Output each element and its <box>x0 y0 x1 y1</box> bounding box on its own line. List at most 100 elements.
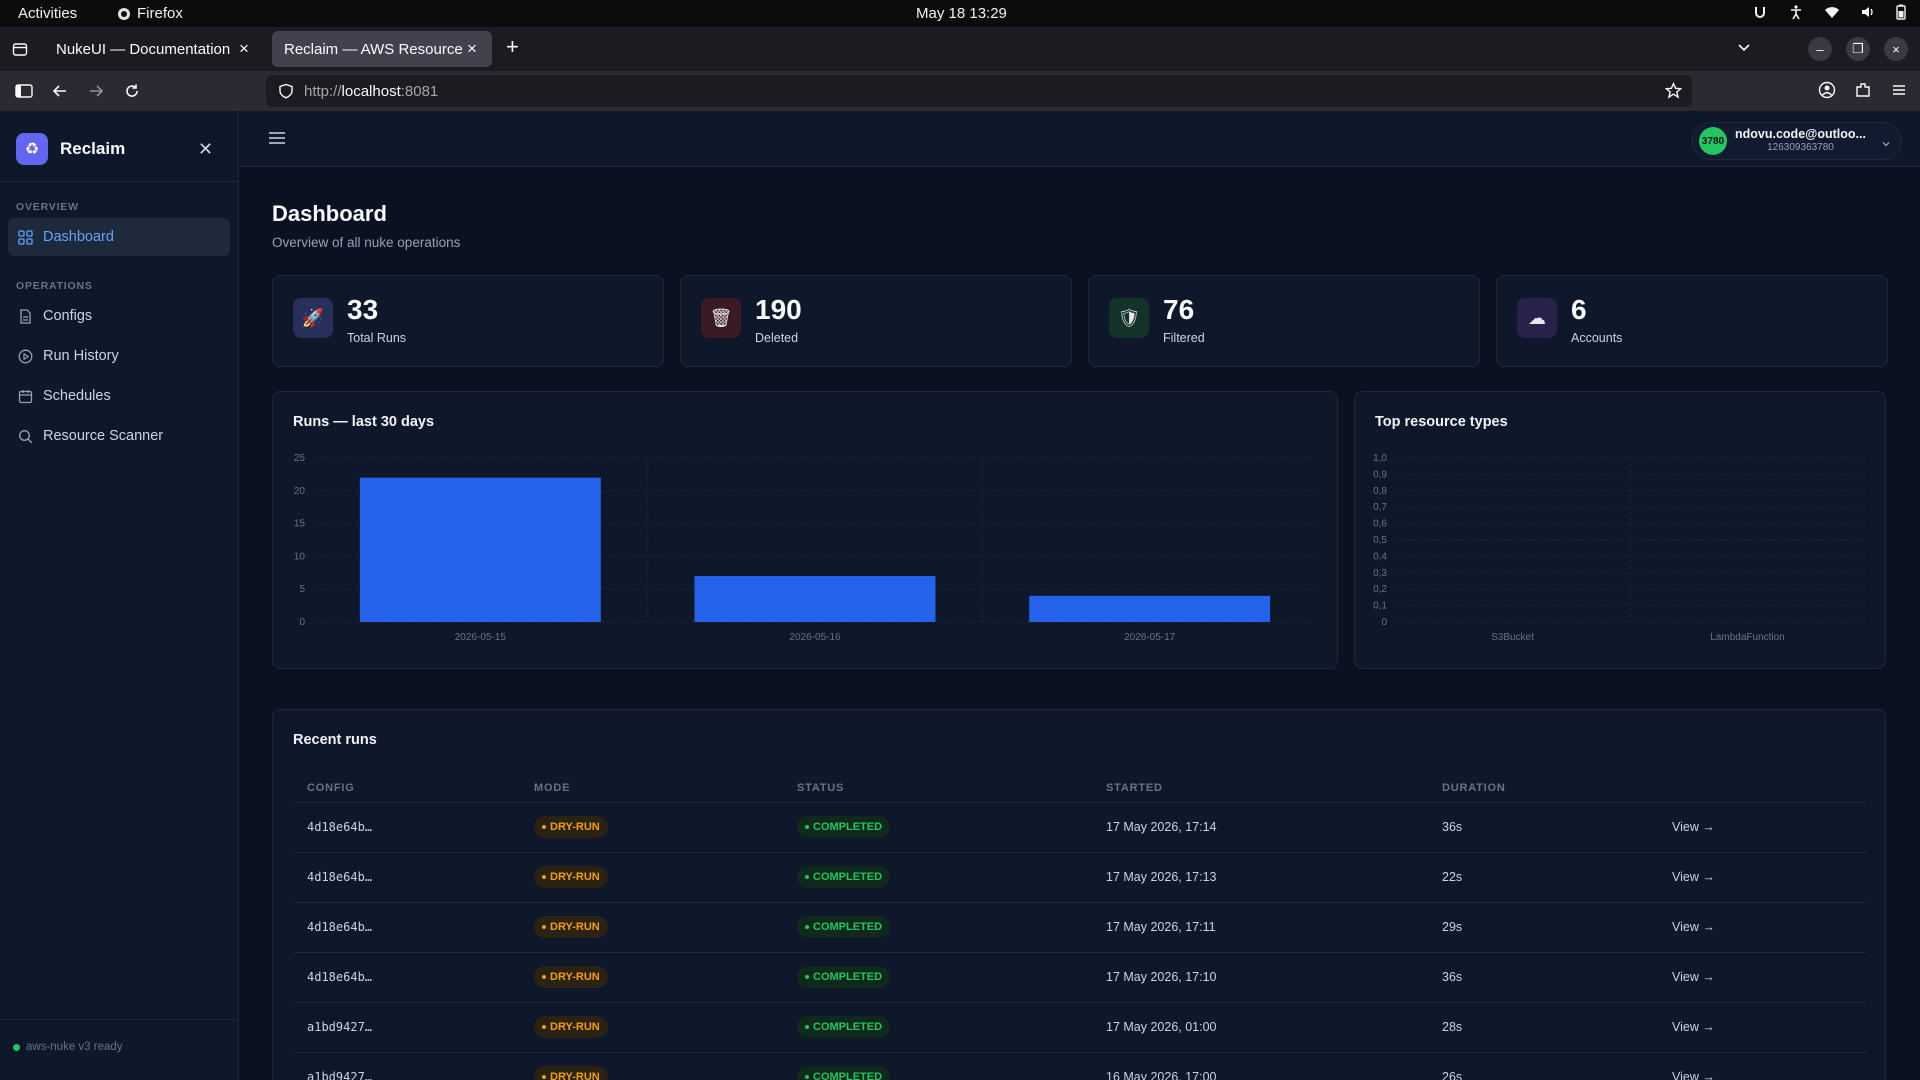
cell-duration: 22s <box>1428 852 1658 903</box>
account-switcher[interactable]: 3780 ndovu.code@outloo... 126309363780 <box>1692 122 1902 160</box>
system-tray[interactable] <box>1752 4 1906 20</box>
battery-icon <box>1896 4 1906 20</box>
window-controls: – ❐ × <box>1808 37 1908 61</box>
table-row[interactable]: 4d18e64b… DRY-RUN COMPLETED 17 May 2026,… <box>293 902 1865 953</box>
cell-started: 17 May 2026, 17:14 <box>1092 802 1428 853</box>
mode-badge: DRY-RUN <box>534 1016 608 1038</box>
tab-title: NukeUI — Documentation <box>56 40 231 58</box>
view-run-link[interactable]: View → <box>1672 920 1715 934</box>
mode-text: DRY-RUN <box>550 821 600 833</box>
chart-bar <box>694 576 936 622</box>
table-row[interactable]: 4d18e64b… DRY-RUN COMPLETED 17 May 2026,… <box>293 852 1865 903</box>
engine-status: aws-nuke v3 ready <box>13 1041 123 1053</box>
firefox-view-button[interactable] <box>12 41 28 62</box>
cell-status: COMPLETED <box>783 852 1092 903</box>
sidebar-item-label: Configs <box>43 308 93 324</box>
cell-action: View → <box>1658 902 1865 953</box>
new-tab-icon[interactable]: + <box>506 36 519 58</box>
cell-duration: 28s <box>1428 1002 1658 1053</box>
menu-icon[interactable] <box>1890 81 1908 99</box>
account-icon[interactable] <box>1818 81 1836 99</box>
y-tick-label: 15 <box>294 519 306 530</box>
y-tick-label: 20 <box>294 486 306 497</box>
status-badge: COMPLETED <box>797 966 891 988</box>
cell-status: COMPLETED <box>783 1052 1092 1080</box>
close-tab-icon[interactable]: × <box>464 39 480 59</box>
ubuntu-icon <box>1755 7 1765 18</box>
status-badge: COMPLETED <box>797 916 891 938</box>
sidebar-item-run-history[interactable]: Run History <box>8 337 230 375</box>
app-menu[interactable]: Firefox <box>117 5 183 22</box>
sidebar-item-resource-scanner[interactable]: Resource Scanner <box>8 417 230 455</box>
column-header-config: CONFIG <box>293 774 520 803</box>
recent-runs-table: CONFIG MODE STATUS STARTED DURATION 4d18… <box>293 774 1865 1080</box>
view-run-link[interactable]: View → <box>1672 1020 1715 1034</box>
activities-button[interactable]: Activities <box>18 5 77 22</box>
table-row[interactable]: a1bd9427… DRY-RUN COMPLETED 16 May 2026,… <box>293 1052 1865 1080</box>
section-label-operations: OPERATIONS <box>16 280 93 292</box>
browser-tab[interactable]: NukeUI — Documentation × <box>44 31 264 67</box>
cell-config: 4d18e64b… <box>293 952 520 1003</box>
app-header: 3780 ndovu.code@outloo... 126309363780 <box>240 111 1920 167</box>
view-run-link[interactable]: View → <box>1672 1070 1715 1080</box>
play-circle-icon <box>18 349 33 363</box>
sidebar-item-configs[interactable]: Configs <box>8 297 230 335</box>
site-info-icon[interactable] <box>278 83 294 99</box>
wifi-icon <box>1825 7 1839 18</box>
mode-text: DRY-RUN <box>550 871 600 883</box>
close-window-icon[interactable]: × <box>1884 37 1908 61</box>
table-row[interactable]: 4d18e64b… DRY-RUN COMPLETED 17 May 2026,… <box>293 952 1865 1003</box>
browser-tab-bar: NukeUI — Documentation × Reclaim — AWS R… <box>0 27 1920 71</box>
stat-label: Total Runs <box>347 331 407 345</box>
y-tick-label: 25 <box>294 453 306 464</box>
close-sidebar-icon[interactable]: ✕ <box>198 139 213 160</box>
forward-icon[interactable] <box>86 81 106 101</box>
url-port: :8081 <box>400 82 439 100</box>
cell-config: 4d18e64b… <box>293 852 520 903</box>
bookmark-star-icon[interactable] <box>1664 81 1683 103</box>
minimize-icon[interactable]: – <box>1808 37 1832 61</box>
cell-mode: DRY-RUN <box>520 952 783 1003</box>
restore-icon[interactable]: ❐ <box>1846 37 1870 61</box>
view-run-link[interactable]: View → <box>1672 820 1715 834</box>
address-bar[interactable]: http://localhost:8081 <box>266 75 1692 107</box>
runs-bar-chart: 0 5 10 15 20 25 2026-05-15 2026-05-16 2026-05-17 <box>294 453 1317 643</box>
sidebar-item-label: Schedules <box>43 388 111 404</box>
cell-action: View → <box>1658 802 1865 853</box>
mode-text: DRY-RUN <box>550 921 600 933</box>
cell-action: View → <box>1658 1052 1865 1080</box>
list-all-tabs-icon[interactable] <box>1736 39 1752 60</box>
table-row[interactable]: a1bd9427… DRY-RUN COMPLETED 17 May 2026,… <box>293 1002 1865 1053</box>
account-details: ndovu.code@outloo... 126309363780 <box>1735 128 1866 154</box>
x-tick-label: S3Bucket <box>1491 632 1534 643</box>
sidebar-item-dashboard[interactable]: Dashboard <box>8 218 230 256</box>
cell-mode: DRY-RUN <box>520 902 783 953</box>
browser-tab-active[interactable]: Reclaim — AWS Resource Cl × <box>272 31 492 67</box>
mode-badge: DRY-RUN <box>534 866 608 888</box>
back-icon[interactable] <box>50 81 70 101</box>
brand[interactable]: ♻ Reclaim <box>16 133 125 165</box>
status-text: COMPLETED <box>813 821 883 833</box>
cell-config: a1bd9427… <box>293 1002 520 1053</box>
close-tab-icon[interactable]: × <box>236 39 252 59</box>
reload-icon[interactable] <box>122 81 142 101</box>
firefox-icon <box>118 7 130 20</box>
extensions-icon[interactable] <box>1854 81 1872 99</box>
section-label-overview: OVERVIEW <box>16 201 79 213</box>
mode-badge: DRY-RUN <box>534 816 608 838</box>
sidebar-toggle-icon[interactable] <box>14 81 34 101</box>
resource-bar-chart: 0 0,1 0,2 0,3 0,4 0,5 0,6 0,7 0,8 0,9 1,0 S3Bucket L… <box>1373 453 1865 643</box>
stat-value: 76 <box>1163 294 1195 325</box>
table-row[interactable]: 4d18e64b… DRY-RUN COMPLETED 17 May 2026,… <box>293 802 1865 853</box>
hamburger-menu-icon[interactable] <box>268 130 286 151</box>
status-badge: COMPLETED <box>797 866 891 888</box>
view-run-link[interactable]: View → <box>1672 870 1715 884</box>
volume-icon <box>1862 7 1873 17</box>
stat-card-total-runs: 🚀 33 Total Runs <box>272 275 664 367</box>
sidebar-item-schedules[interactable]: Schedules <box>8 377 230 415</box>
status-text: COMPLETED <box>813 971 883 983</box>
grid-icon <box>18 229 33 245</box>
view-run-link[interactable]: View → <box>1672 970 1715 984</box>
clock[interactable]: May 18 13:29 <box>916 5 1007 22</box>
column-header-duration: DURATION <box>1428 774 1658 803</box>
